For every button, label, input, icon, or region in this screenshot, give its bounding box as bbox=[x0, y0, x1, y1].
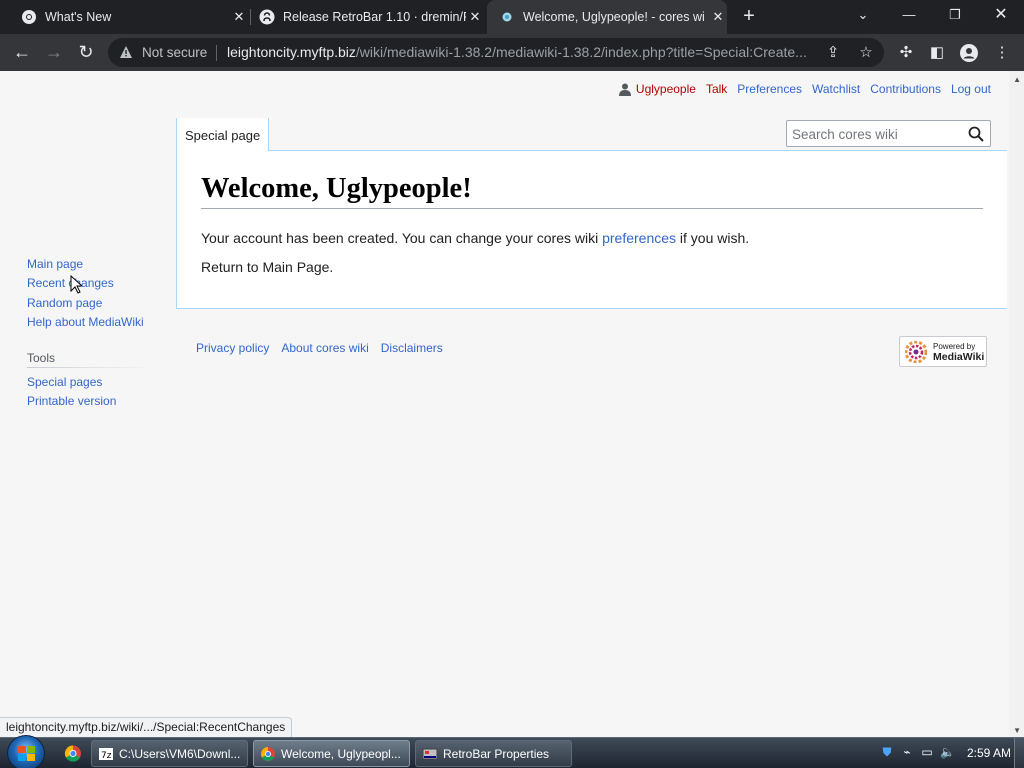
windows-flag-icon bbox=[18, 746, 35, 761]
browser-tab-strip: What's New ✕ Release RetroBar 1.10 · dre… bbox=[0, 0, 1024, 34]
logout-link[interactable]: Log out bbox=[951, 82, 991, 96]
powered-by-text: Powered by bbox=[933, 342, 976, 351]
user-page-link[interactable]: Uglypeople bbox=[636, 82, 696, 96]
talk-link[interactable]: Talk bbox=[706, 82, 727, 96]
sidebar-item-printable-version[interactable]: Printable version bbox=[27, 395, 152, 414]
chrome-icon bbox=[261, 746, 275, 761]
retrobar-icon bbox=[422, 748, 438, 759]
network-icon[interactable]: ⌁ bbox=[900, 745, 914, 759]
browser-toolbar: ← → ↻ Not secure leightoncity.myftp.biz/… bbox=[0, 34, 1024, 71]
sidebar-item-recent-changes[interactable]: Recent changes bbox=[27, 277, 152, 296]
mediawiki-flower-icon bbox=[905, 341, 927, 363]
close-tab-icon[interactable]: ✕ bbox=[466, 9, 484, 25]
github-icon bbox=[259, 9, 275, 25]
bookmark-star-icon[interactable]: ☆ bbox=[856, 43, 876, 63]
tab-title: Release RetroBar 1.10 · dremin/Re bbox=[283, 10, 466, 24]
new-tab-button[interactable]: + bbox=[738, 5, 760, 29]
side-panel-icon[interactable]: ◧ bbox=[926, 42, 948, 64]
taskbar-button-label: RetroBar Properties bbox=[443, 746, 550, 761]
search-box[interactable] bbox=[786, 120, 991, 147]
share-icon[interactable]: ⇪ bbox=[823, 43, 843, 63]
account-created-text: Your account has been created. You can c… bbox=[201, 230, 750, 246]
show-desktop-button[interactable] bbox=[1014, 738, 1024, 768]
main-page-inline-link[interactable]: Main Page bbox=[262, 259, 329, 275]
footer-links: Privacy policy About cores wiki Disclaim… bbox=[196, 341, 455, 355]
return-text: Return to Main Page. bbox=[201, 259, 334, 275]
tab-special-page[interactable]: Special page bbox=[176, 118, 270, 151]
user-icon bbox=[618, 83, 631, 96]
tab-welcome[interactable]: Welcome, Uglypeople! - cores wi ✕ bbox=[487, 0, 727, 34]
url-host: leightoncity.myftp.biz bbox=[227, 44, 356, 60]
tab-whats-new[interactable]: What's New ✕ bbox=[12, 0, 248, 34]
search-input[interactable] bbox=[792, 125, 962, 143]
tab-title: Welcome, Uglypeople! - cores wi bbox=[523, 10, 705, 24]
tab-title: What's New bbox=[45, 10, 112, 24]
taskbar-button-label: C:\Users\VM6\Downl... bbox=[119, 746, 241, 761]
profile-icon[interactable] bbox=[958, 42, 980, 64]
security-label[interactable]: Not secure bbox=[142, 45, 207, 60]
mediawiki-favicon bbox=[502, 12, 512, 22]
scroll-down-icon[interactable]: ▼ bbox=[1013, 726, 1021, 735]
warning-icon[interactable] bbox=[119, 45, 133, 59]
footer-privacy-link[interactable]: Privacy policy bbox=[196, 341, 269, 355]
taskbar: 7z C:\Users\VM6\Downl... Welcome, Uglype… bbox=[0, 735, 1024, 768]
shield-icon[interactable]: ⛊ bbox=[880, 745, 894, 759]
contributions-link[interactable]: Contributions bbox=[870, 82, 941, 96]
clock[interactable]: 2:59 AM bbox=[967, 746, 1011, 760]
taskbar-button-label: Welcome, Uglypeopl... bbox=[281, 746, 401, 761]
taskbar-chrome-button[interactable]: Welcome, Uglypeopl... bbox=[253, 740, 410, 767]
address-bar[interactable]: Not secure leightoncity.myftp.biz/wiki/m… bbox=[108, 38, 884, 67]
close-window-button[interactable]: ✕ bbox=[978, 0, 1024, 32]
url-path: /wiki/mediawiki-1.38.2/mediawiki-1.38.2/… bbox=[355, 44, 807, 60]
start-button[interactable] bbox=[7, 735, 45, 768]
url-text[interactable]: leightoncity.myftp.biz/wiki/mediawiki-1.… bbox=[227, 44, 807, 60]
sidebar-item-special-pages[interactable]: Special pages bbox=[27, 376, 152, 395]
scrollbar[interactable]: ▲ ▼ bbox=[1009, 71, 1024, 737]
sidebar-item-main-page[interactable]: Main page bbox=[27, 257, 152, 277]
personal-tools: Uglypeople Talk Preferences Watchlist Co… bbox=[618, 82, 991, 96]
chrome-pinned-icon[interactable] bbox=[58, 741, 88, 766]
status-url-bubble: leightoncity.myftp.biz/wiki/.../Special:… bbox=[0, 717, 293, 737]
system-tray: ⛊ ⌁ ▭ 🔈 bbox=[880, 745, 954, 759]
svg-text:7z: 7z bbox=[101, 751, 112, 761]
tab-release-retrobar[interactable]: Release RetroBar 1.10 · dremin/Re ✕ bbox=[250, 0, 484, 34]
tools-heading: Tools bbox=[27, 351, 56, 365]
7zip-icon: 7z bbox=[99, 747, 113, 761]
sidebar-tools: Special pages Printable version bbox=[27, 376, 152, 414]
scroll-up-icon[interactable]: ▲ bbox=[1013, 75, 1021, 84]
footer-disclaimers-link[interactable]: Disclaimers bbox=[381, 341, 443, 355]
volume-icon[interactable]: 🔈 bbox=[940, 745, 955, 759]
reload-button[interactable]: ↻ bbox=[74, 40, 98, 64]
watchlist-link[interactable]: Watchlist bbox=[812, 82, 860, 96]
page-viewport: Uglypeople Talk Preferences Watchlist Co… bbox=[0, 71, 1024, 737]
close-tab-icon[interactable]: ✕ bbox=[230, 9, 248, 25]
tab-search-icon[interactable]: ⌄ bbox=[840, 0, 886, 32]
mediawiki-text: MediaWiki bbox=[933, 351, 985, 363]
menu-icon[interactable]: ⋮ bbox=[991, 42, 1013, 64]
close-tab-icon[interactable]: ✕ bbox=[709, 9, 727, 25]
mouse-cursor-icon bbox=[70, 275, 82, 294]
search-icon[interactable] bbox=[968, 126, 984, 142]
sidebar-item-help[interactable]: Help about MediaWiki bbox=[27, 315, 152, 335]
sidebar-navigation: Main page Recent changes Random page Hel… bbox=[27, 257, 152, 335]
minimize-button[interactable]: — bbox=[886, 0, 932, 32]
taskbar-retrobar-button[interactable]: RetroBar Properties bbox=[415, 740, 572, 767]
monitor-icon[interactable]: ▭ bbox=[920, 745, 934, 759]
restore-button[interactable]: ❐ bbox=[932, 0, 978, 32]
powered-by-mediawiki-badge[interactable]: Powered by MediaWiki bbox=[899, 336, 987, 367]
preferences-inline-link[interactable]: preferences bbox=[602, 230, 676, 246]
forward-button[interactable]: → bbox=[42, 40, 66, 64]
taskbar-explorer-button[interactable]: 7z C:\Users\VM6\Downl... bbox=[91, 740, 248, 767]
footer-about-link[interactable]: About cores wiki bbox=[281, 341, 368, 355]
chrome-icon bbox=[22, 10, 36, 24]
back-button[interactable]: ← bbox=[10, 40, 34, 64]
extensions-icon[interactable]: ✣ bbox=[895, 42, 917, 64]
preferences-link[interactable]: Preferences bbox=[737, 82, 802, 96]
page-title: Welcome, Uglypeople! bbox=[201, 173, 472, 204]
sidebar-item-random-page[interactable]: Random page bbox=[27, 296, 152, 316]
